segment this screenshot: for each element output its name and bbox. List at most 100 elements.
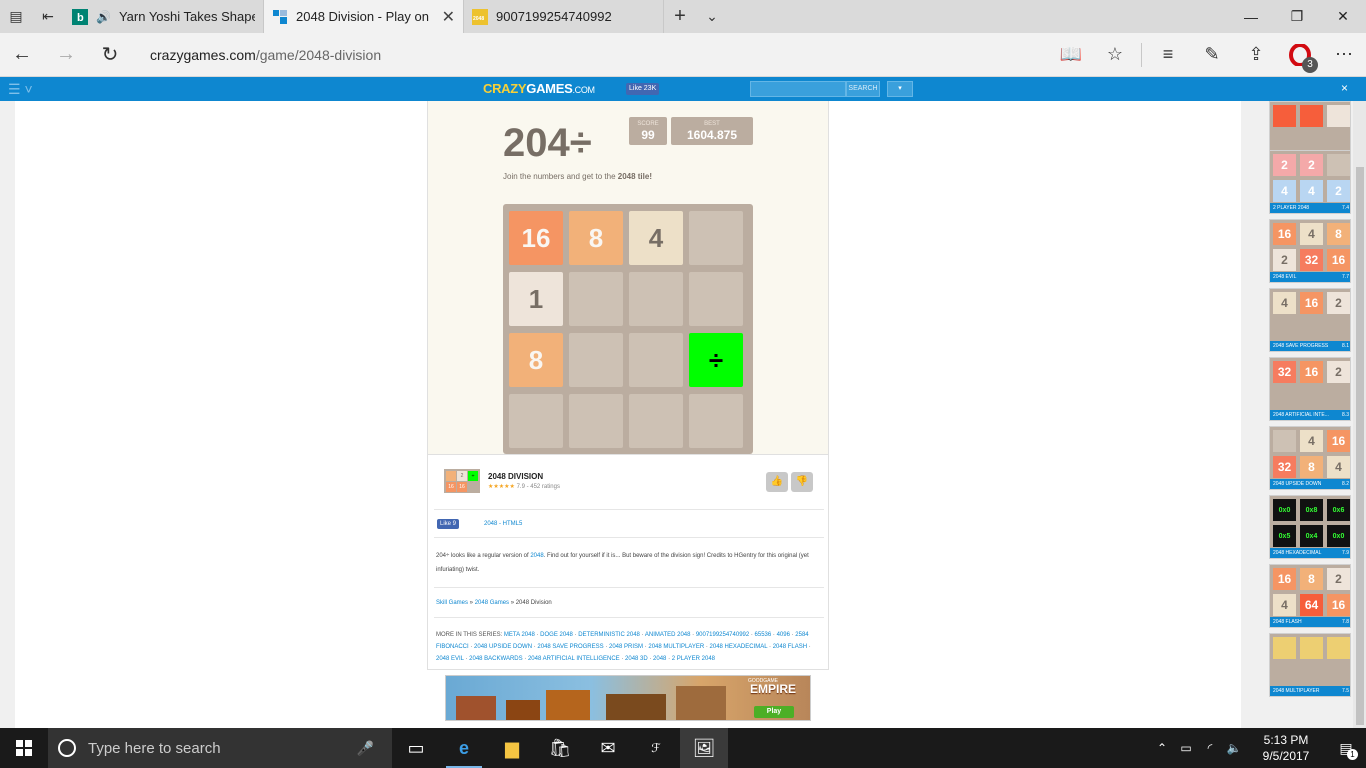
set-aside-tabs-icon[interactable]: ⇤ bbox=[32, 0, 64, 33]
favorite-star-icon[interactable]: ☆ bbox=[1093, 33, 1137, 77]
link-2048[interactable]: 2048 bbox=[530, 553, 543, 559]
rating-stars: ★★★★★ bbox=[488, 484, 515, 490]
series-link[interactable]: 2048 ARTIFICIAL INTELLIGENCE bbox=[528, 656, 620, 662]
empty-cell bbox=[569, 394, 623, 448]
tab-yarn-yoshi[interactable]: b 🔊 Yarn Yoshi Takes Shape! bbox=[64, 0, 264, 33]
web-note-icon[interactable]: ✎ bbox=[1190, 33, 1234, 77]
related-game-thumbnail[interactable]: 16 8 2 4 64 16 2048 FLASH 7.8 bbox=[1269, 564, 1351, 628]
tab-9007199254740992[interactable]: 2048 9007199254740992 bbox=[464, 0, 664, 33]
audio-playing-icon[interactable]: 🔊 bbox=[96, 10, 111, 24]
thumbs-down-button[interactable]: 👎 bbox=[791, 472, 813, 492]
site-search-button[interactable]: SEARCH bbox=[846, 81, 880, 97]
restore-icon[interactable]: ❐ bbox=[1274, 0, 1320, 33]
show-hidden-icons-icon[interactable]: ⌃ bbox=[1150, 741, 1174, 755]
related-game-thumbnail[interactable]: 0x0 0x8 0x6 0x5 0x4 0x0 2048 HEXADECIMAL 7.9 bbox=[1269, 495, 1351, 559]
edge-icon[interactable]: e bbox=[440, 728, 488, 768]
tab-manager-icon[interactable]: ▤ bbox=[0, 0, 32, 33]
series-link[interactable]: 2048 bbox=[653, 656, 666, 662]
tile: 4 bbox=[629, 211, 683, 265]
close-header-icon[interactable]: × bbox=[1341, 81, 1348, 95]
series-link[interactable]: 4096 bbox=[777, 632, 790, 638]
game-board[interactable]: 16 8 4 1 8 ÷ bbox=[503, 204, 753, 454]
thumbnail-tile bbox=[1273, 430, 1296, 452]
breadcrumb-2048-games[interactable]: 2048 Games bbox=[475, 600, 509, 606]
game-thumbnail[interactable]: 2 ÷ 16 16 bbox=[444, 469, 480, 493]
store-icon[interactable]: 🛍 bbox=[536, 728, 584, 768]
series-link[interactable]: 9007199254740992 bbox=[696, 632, 749, 638]
thumbs-up-button[interactable]: 👍 bbox=[766, 472, 788, 492]
series-link[interactable]: 2048 FLASH bbox=[773, 644, 807, 650]
clock[interactable]: 5:13 PM 9/5/2017 bbox=[1246, 732, 1326, 764]
task-view-icon[interactable]: ▭ bbox=[392, 728, 440, 768]
hub-icon[interactable]: ≡ bbox=[1146, 33, 1190, 77]
photos-icon[interactable]: 🖼 bbox=[680, 728, 728, 768]
thumbnail-tile: 4 bbox=[1300, 223, 1323, 245]
series-link[interactable]: 2048 SAVE PROGRESS bbox=[537, 644, 603, 650]
refresh-icon[interactable]: ↻ bbox=[88, 33, 132, 77]
mail-icon[interactable]: ✉ bbox=[584, 728, 632, 768]
share-icon[interactable]: ⇪ bbox=[1234, 33, 1278, 77]
new-tab-icon[interactable]: + bbox=[664, 0, 696, 33]
series-link[interactable]: ANIMATED 2048 bbox=[645, 632, 691, 638]
series-link[interactable]: 2048 PRISM bbox=[609, 644, 643, 650]
url-field[interactable]: crazygames.com/game/2048-division bbox=[150, 47, 1049, 63]
file-explorer-icon[interactable]: ▆ bbox=[488, 728, 536, 768]
facebook-like-button[interactable]: Like 23K bbox=[626, 83, 660, 95]
close-window-icon[interactable]: ✕ bbox=[1320, 0, 1366, 33]
forward-icon[interactable]: → bbox=[44, 33, 88, 77]
battery-icon[interactable]: ▭ bbox=[1174, 741, 1198, 755]
thumbnail-tile: 4 bbox=[1327, 456, 1350, 478]
action-center-icon[interactable]: ▤ 1 bbox=[1326, 728, 1366, 768]
series-link[interactable]: 2 PLAYER 2048 bbox=[672, 656, 715, 662]
volume-icon[interactable]: 🔈 bbox=[1222, 741, 1246, 755]
related-game-thumbnail[interactable]: 4 16 32 8 4 2048 UPSIDE DOWN 8.2 bbox=[1269, 426, 1351, 490]
empty-cell bbox=[569, 272, 623, 326]
series-link[interactable]: 2048 BACKWARDS bbox=[469, 656, 522, 662]
related-game-thumbnail[interactable]: 4 16 2 2048 SAVE PROGRESS 8.1 bbox=[1269, 288, 1351, 352]
related-game-thumbnail[interactable]: 2048 MULTIPLAYER 7.5 bbox=[1269, 633, 1351, 697]
related-game-thumbnail[interactable]: 32 16 2 2048 ARTIFICIAL INTE... 8.3 bbox=[1269, 357, 1351, 421]
more-icon[interactable]: ⋯ bbox=[1322, 33, 1366, 77]
series-link[interactable]: 2048 UPSIDE DOWN bbox=[474, 644, 532, 650]
wifi-icon[interactable]: ◜ bbox=[1198, 741, 1222, 755]
series-link[interactable]: 2048 3D bbox=[625, 656, 648, 662]
game-frame: 204÷ SCORE 99 BEST 1604.875 Join the num… bbox=[427, 101, 829, 454]
series-link[interactable]: META 2048 bbox=[504, 632, 535, 638]
game-info-panel: 2 ÷ 16 16 2048 DIVISION ★★★★★ 7.9 - 452 … bbox=[427, 454, 829, 670]
thumbnail-tile: 2 bbox=[1327, 292, 1350, 314]
goodgame-empire-ad[interactable]: GOODGAME EMPIRE Play bbox=[445, 675, 811, 721]
app-icon[interactable]: ℱ bbox=[632, 728, 680, 768]
taskbar-search[interactable]: Type here to search 🎤 bbox=[48, 728, 392, 768]
close-tab-icon[interactable]: ✕ bbox=[442, 7, 455, 27]
microphone-icon[interactable]: 🎤 bbox=[357, 740, 374, 757]
series-link[interactable]: DOGE 2048 bbox=[540, 632, 573, 638]
language-flag-icon[interactable]: ▾ bbox=[887, 81, 913, 97]
thumbnail-tile bbox=[1273, 637, 1296, 659]
breadcrumb-skill-games[interactable]: Skill Games bbox=[436, 600, 468, 606]
minimize-icon[interactable]: — bbox=[1228, 0, 1274, 33]
category-links[interactable]: 2048 - HTML5 bbox=[484, 521, 522, 527]
series-link[interactable]: 2048 MULTIPLAYER bbox=[648, 644, 704, 650]
related-game-thumbnail[interactable]: 224422 PLAYER 2048 7.4 bbox=[1269, 150, 1351, 214]
series-link[interactable]: 2048 EVIL bbox=[436, 656, 464, 662]
series-link[interactable]: 2048 HEXADECIMAL bbox=[710, 644, 768, 650]
scrollbar-thumb[interactable] bbox=[1356, 167, 1364, 725]
tab-2048-division[interactable]: 2048 Division - Play on ✕ bbox=[264, 0, 464, 33]
tab-preview-chevron-icon[interactable]: ⌄ bbox=[696, 0, 728, 33]
ad-title: EMPIRE bbox=[749, 682, 796, 696]
series-link[interactable]: DETERMINISTIC 2048 bbox=[578, 632, 640, 638]
related-game-thumbnail[interactable]: 16 4 8 2 32 16 2048 EVIL 7.7 bbox=[1269, 219, 1351, 283]
series-link[interactable]: 65536 bbox=[755, 632, 772, 638]
reading-view-icon[interactable]: 📖 bbox=[1049, 33, 1093, 77]
windows-start-icon[interactable] bbox=[0, 728, 48, 768]
crazygames-logo[interactable]: CRAZYGAMES.COM bbox=[483, 81, 595, 96]
back-icon[interactable]: ← bbox=[0, 33, 44, 77]
site-search-input[interactable] bbox=[750, 81, 846, 97]
facebook-like-button[interactable]: Like 9 bbox=[437, 519, 460, 529]
thumbnail-tile: 2 bbox=[1327, 180, 1350, 202]
empty-cell bbox=[689, 211, 743, 265]
svg-text:2048: 2048 bbox=[473, 16, 484, 22]
site-menu-icon[interactable]: ☰ ˅ bbox=[8, 81, 33, 98]
opera-extension-icon[interactable]: 3 bbox=[1278, 33, 1322, 77]
ad-play-button[interactable]: Play bbox=[754, 706, 794, 718]
